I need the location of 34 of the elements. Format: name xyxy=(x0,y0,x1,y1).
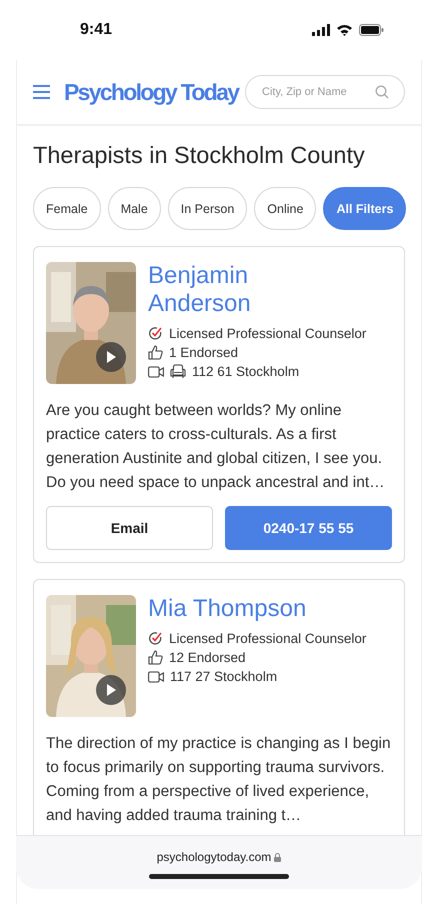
endorsed-text: 1 Endorsed xyxy=(169,345,238,360)
thumbs-up-icon xyxy=(148,345,163,360)
filter-chip[interactable]: In Person xyxy=(168,187,248,230)
filter-chip[interactable]: Male xyxy=(108,187,161,230)
credential-text: Licensed Professional Counselor xyxy=(169,631,366,646)
therapist-name[interactable]: Mia Thompson xyxy=(148,595,348,623)
url-text[interactable]: psychologytoday.com xyxy=(156,850,272,864)
verified-check-icon xyxy=(148,326,163,341)
phone-button[interactable]: 0240-17 55 55 xyxy=(225,506,392,550)
page-title: Therapists in Stockholm County xyxy=(33,142,366,169)
thumbs-up-icon xyxy=(148,650,163,665)
location-text: 112 61 Stockholm xyxy=(192,364,300,379)
logo[interactable]: Psychology Today xyxy=(64,77,238,107)
menu-icon[interactable] xyxy=(33,85,50,99)
verified-check-icon xyxy=(148,631,163,646)
therapist-name[interactable]: Benjamin Anderson xyxy=(148,262,348,318)
search-icon xyxy=(375,85,389,99)
lock-icon xyxy=(274,852,282,862)
endorsed-text: 12 Endorsed xyxy=(169,650,246,665)
status-time: 9:41 xyxy=(80,21,112,39)
wifi-icon xyxy=(336,24,353,36)
filter-chip[interactable]: Online xyxy=(254,187,316,230)
credential-text: Licensed Professional Counselor xyxy=(169,326,366,341)
filter-chip[interactable]: Female xyxy=(33,187,101,230)
play-icon xyxy=(106,684,116,696)
bio-text: Are you caught between worlds? My online practice caters to cross-culturals. As a first generation Austinite and global citizen, I see you. Do you need space to unpack ancestral and int… xyxy=(46,401,386,493)
all-filters-button[interactable]: All Filters xyxy=(323,187,406,230)
battery-icon xyxy=(359,24,384,36)
search-field[interactable]: City, Zip or Name xyxy=(245,75,405,109)
email-button[interactable]: Email xyxy=(46,506,213,550)
location-text: 117 27 Stockholm xyxy=(170,669,278,684)
signal-icon xyxy=(312,24,330,36)
bio-text: The direction of my practice is changing as I begin to focus primarily on supporting trauma survivors. Coming from a perspective of lived experience, and having added trauma training t… xyxy=(46,734,392,826)
play-icon xyxy=(106,351,116,363)
